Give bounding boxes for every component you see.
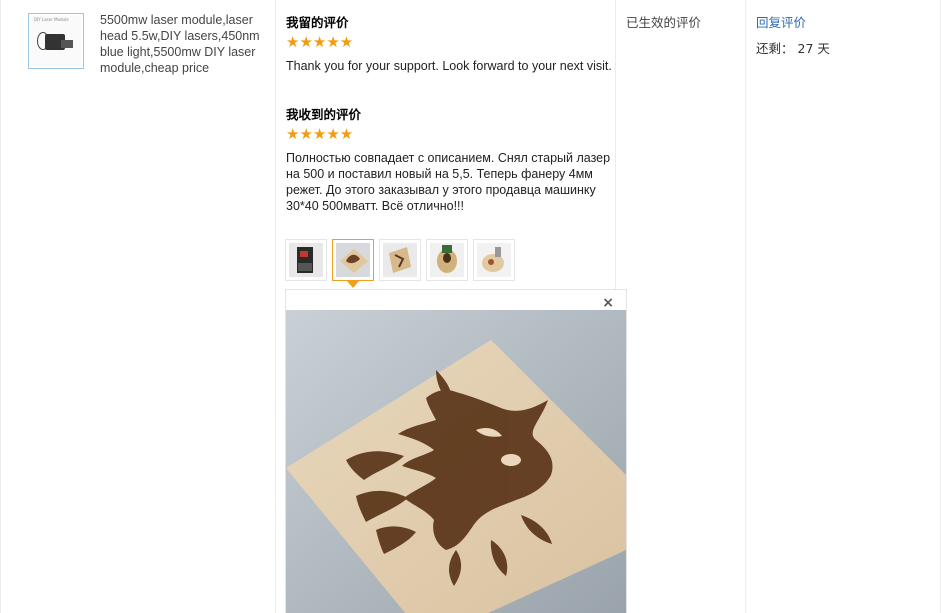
column-divider — [275, 0, 276, 613]
remaining-label: 还剩： — [756, 41, 794, 56]
enlarged-review-photo — [286, 310, 626, 613]
thumb-caption: DIY Laser Module — [34, 17, 69, 22]
review-photo-thumb-2[interactable] — [332, 239, 374, 281]
review-photo-thumb-4[interactable] — [426, 239, 468, 281]
laser-module-photo-icon: DIY Laser Module — [31, 16, 81, 66]
product-thumbnail[interactable]: DIY Laser Module — [28, 13, 84, 69]
received-feedback-text: Полностью совпадает с описанием. Снял ст… — [286, 151, 611, 213]
photo-icon — [289, 243, 323, 277]
review-photo-thumb-3[interactable] — [379, 239, 421, 281]
column-divider — [745, 0, 746, 613]
photo-viewer: × — [285, 289, 627, 613]
engraved-plywood-photo-icon — [286, 310, 626, 613]
feedback-status: 已生效的评价 — [626, 15, 702, 30]
close-icon[interactable]: × — [602, 296, 614, 310]
received-feedback-title: 我收到的评价 — [286, 107, 362, 122]
my-feedback-title: 我留的评价 — [286, 15, 349, 30]
my-feedback-heading: 我留的评价 — [286, 12, 612, 31]
photo-icon — [477, 243, 511, 277]
remaining-value: 27 天 — [797, 41, 830, 56]
my-feedback-stars: ★★★★★ — [286, 33, 354, 51]
received-feedback-heading: 我收到的评价 — [286, 104, 612, 123]
review-photo-strip — [285, 239, 515, 281]
reply-feedback-link[interactable]: 回复评价 — [756, 12, 806, 31]
photo-icon — [430, 243, 464, 277]
product-title[interactable]: 5500mw laser module,laser head 5.5w,DIY … — [100, 12, 272, 76]
column-divider — [0, 0, 1, 613]
active-photo-pointer — [347, 281, 359, 288]
received-feedback-stars: ★★★★★ — [286, 125, 354, 143]
review-photo-thumb-1[interactable] — [285, 239, 327, 281]
review-photo-thumb-5[interactable] — [473, 239, 515, 281]
my-feedback-text: Thank you for your support. Look forward… — [286, 59, 612, 73]
photo-icon — [383, 243, 417, 277]
remaining-time: 还剩： 27 天 — [756, 38, 834, 57]
photo-icon — [336, 243, 370, 277]
